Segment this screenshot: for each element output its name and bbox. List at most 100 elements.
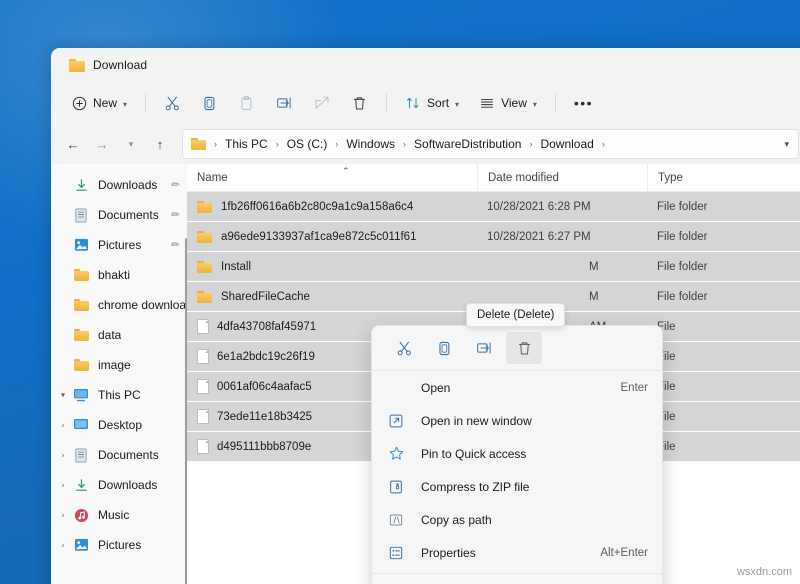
toolbar-divider-2 <box>386 94 387 112</box>
breadcrumb-separator: › <box>212 139 219 149</box>
new-button[interactable]: New ▾ <box>63 88 136 118</box>
chevron-right-icon[interactable]: › <box>58 421 68 430</box>
column-headers: Name ⌃ Date modified Type <box>187 164 800 192</box>
toolbar-divider-3 <box>555 94 556 112</box>
address-bar[interactable]: › This PC › OS (C:) › Windows › Software… <box>182 129 799 159</box>
sidebar-item-data[interactable]: data <box>51 320 187 350</box>
sort-button[interactable]: Sort ▾ <box>396 88 468 118</box>
context-menu-item-compress-to-zip-file[interactable]: Compress to ZIP file <box>372 470 662 503</box>
desktop-icon <box>73 417 89 433</box>
sidebar-item-documents[interactable]: › Documents <box>51 440 187 470</box>
sidebar-item-this-pc[interactable]: ▾This PC <box>51 380 187 410</box>
sidebar-item-chrome-downloa[interactable]: chrome downloa <box>51 290 187 320</box>
file-icon <box>197 409 209 424</box>
chevron-right-icon[interactable]: › <box>58 541 68 550</box>
context-rename-button[interactable] <box>466 332 502 364</box>
breadcrumb-item-windows[interactable]: Windows <box>342 135 399 153</box>
sidebar-item-music[interactable]: ›Music <box>51 500 187 530</box>
sidebar-item-label: Pictures <box>98 238 141 252</box>
copy-button[interactable] <box>192 88 227 118</box>
cut-button[interactable] <box>155 88 190 118</box>
context-menu-separator <box>372 573 662 574</box>
date-modified-cell: M <box>477 261 647 273</box>
chevron-right-icon[interactable]: › <box>58 511 68 520</box>
delete-button[interactable] <box>342 88 377 118</box>
column-header-name[interactable]: Name ⌃ <box>187 164 477 191</box>
pin-icon[interactable]: ✐ <box>167 178 181 192</box>
rename-button[interactable] <box>266 88 302 118</box>
column-header-type[interactable]: Type <box>647 164 800 191</box>
chevron-right-icon[interactable]: › <box>58 451 68 460</box>
watermark: wsxdn.com <box>737 566 792 578</box>
navigation-pane[interactable]: Downloads✐Documents✐Pictures✐bhaktichrom… <box>51 164 187 584</box>
type-cell: File folder <box>647 261 800 273</box>
table-row[interactable]: a96ede9133937af1ca9e872c5c011f6110/28/20… <box>187 222 800 251</box>
context-delete-button[interactable] <box>506 332 542 364</box>
zip-icon <box>388 478 412 496</box>
view-button[interactable]: View ▾ <box>470 88 546 118</box>
up-button[interactable]: ↑ <box>146 130 174 158</box>
recent-locations-button[interactable]: ▾ <box>117 130 145 158</box>
type-cell: File folder <box>647 231 800 243</box>
chevron-right-icon[interactable]: › <box>58 481 68 490</box>
tab-download[interactable]: Download <box>61 50 159 80</box>
paste-icon <box>238 95 255 112</box>
copy-icon <box>436 340 453 357</box>
context-menu-item-shortcut: Enter <box>621 382 649 394</box>
breadcrumb-item-this-pc[interactable]: This PC <box>221 135 272 153</box>
sidebar-item-label: Documents <box>98 448 159 462</box>
chevron-down-icon[interactable]: ▾ <box>58 391 68 400</box>
file-icon <box>197 319 209 334</box>
sidebar-item-label: bhakti <box>98 268 130 282</box>
paste-button[interactable] <box>229 88 264 118</box>
column-header-name-label: Name <box>197 172 228 184</box>
copy-icon <box>201 95 218 112</box>
window-title: Download <box>93 58 147 72</box>
table-row[interactable]: 1fb26ff0616a6b2c80c9a1c9a158a6c410/28/20… <box>187 192 800 221</box>
file-explorer-window: Download New ▾ <box>51 48 800 584</box>
back-button[interactable]: ← <box>59 130 87 158</box>
type-cell: File <box>647 381 800 393</box>
sort-icon <box>405 95 421 111</box>
context-menu-item-properties[interactable]: PropertiesAlt+Enter <box>372 536 662 569</box>
pin-icon[interactable]: ✐ <box>167 238 181 252</box>
context-copy-button[interactable] <box>426 332 462 364</box>
sidebar-item-pictures[interactable]: ›Pictures <box>51 530 187 560</box>
sidebar-item-bhakti[interactable]: bhakti <box>51 260 187 290</box>
sidebar-item-downloads[interactable]: ›Downloads <box>51 470 187 500</box>
sidebar-item-pictures[interactable]: Pictures ✐ <box>51 230 187 260</box>
context-menu-item-open[interactable]: OpenEnter <box>372 371 662 404</box>
context-menu[interactable]: OpenEnterOpen in new windowPin to Quick … <box>371 325 663 584</box>
address-dropdown-icon[interactable]: ▾ <box>784 139 792 150</box>
column-header-type-label: Type <box>658 172 683 184</box>
star-icon <box>388 445 406 463</box>
sidebar-item-downloads[interactable]: Downloads ✐ <box>51 170 187 200</box>
ellipsis-icon: ••• <box>574 96 593 110</box>
context-menu-item-label: Open <box>412 381 621 395</box>
breadcrumb-item-download[interactable]: Download <box>536 135 597 153</box>
context-menu-item-open-in-new-window[interactable]: Open in new window <box>372 404 662 437</box>
breadcrumb-item-softwaredistribution[interactable]: SoftwareDistribution <box>410 135 525 153</box>
sidebar-item-desktop[interactable]: ›Desktop <box>51 410 187 440</box>
context-menu-item-pin-to-quick-access[interactable]: Pin to Quick access <box>372 437 662 470</box>
forward-button[interactable]: → <box>88 130 116 158</box>
type-cell: File <box>647 411 800 423</box>
column-header-date-modified[interactable]: Date modified <box>477 164 647 191</box>
share-button[interactable] <box>304 88 340 118</box>
context-menu-item-open-in-windows-terminal[interactable]: Open in Windows Terminal <box>372 578 662 584</box>
sidebar-item-image[interactable]: image <box>51 350 187 380</box>
sidebar-item-label: Downloads <box>98 178 157 192</box>
table-row[interactable]: InstallMFile folder <box>187 252 800 281</box>
open-new-window-icon <box>388 412 406 430</box>
sidebar-item-label: data <box>98 328 121 342</box>
new-button-label: New <box>93 96 117 110</box>
context-cut-button[interactable] <box>386 332 422 364</box>
delete-tooltip: Delete (Delete) <box>466 303 565 327</box>
file-name-label: 0061af06c4aafac5 <box>217 381 312 393</box>
pin-icon[interactable]: ✐ <box>167 208 181 222</box>
breadcrumb-item-os-c[interactable]: OS (C:) <box>283 135 332 153</box>
context-menu-item-copy-as-path[interactable]: Copy as path <box>372 503 662 536</box>
more-options-button[interactable]: ••• <box>565 88 602 118</box>
sidebar-item-documents[interactable]: Documents✐ <box>51 200 187 230</box>
copy-path-icon <box>388 511 412 529</box>
